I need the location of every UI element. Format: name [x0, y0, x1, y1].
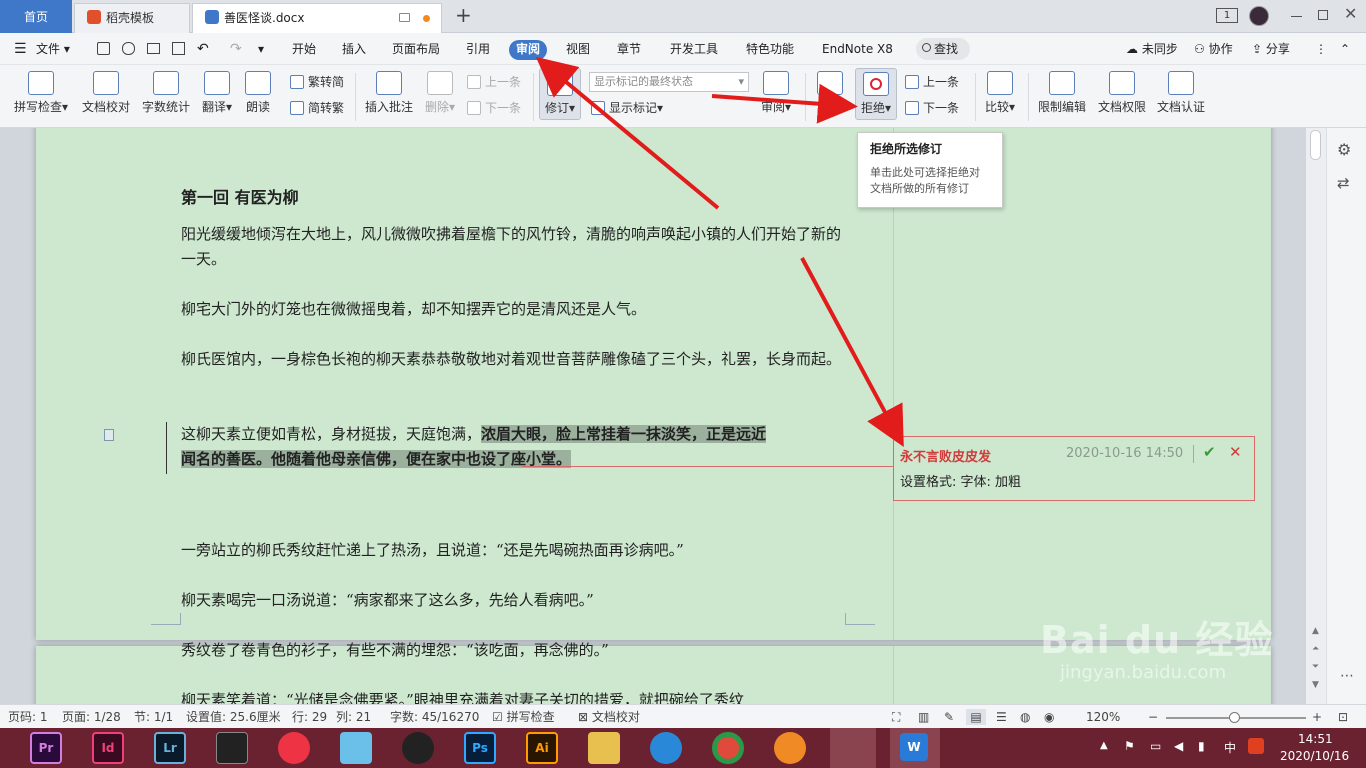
arrow-to-review-tab	[535, 56, 720, 210]
arrow-to-revision-balloon	[800, 257, 904, 448]
annotation-arrows	[535, 56, 904, 448]
arrow-to-reject-button	[711, 83, 858, 124]
